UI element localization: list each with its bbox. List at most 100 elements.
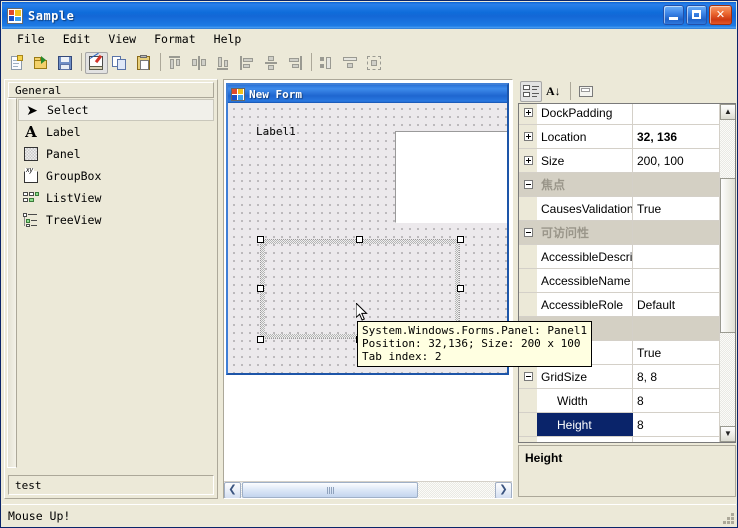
categorized-button[interactable] — [520, 80, 542, 102]
window-titlebar[interactable]: Sample ✕ — [2, 2, 736, 29]
menu-item-edit[interactable]: Edit — [54, 30, 100, 48]
table-row[interactable]: Locked False — [519, 437, 719, 442]
alphabetical-button[interactable]: A↓ — [543, 81, 565, 102]
row-expander-cell[interactable] — [519, 173, 537, 196]
property-value[interactable]: Default — [633, 293, 719, 316]
table-row[interactable]: CausesValidation True — [519, 197, 719, 221]
hscroll-thumb[interactable] — [242, 482, 418, 498]
property-value[interactable]: 200, 100 — [633, 149, 719, 172]
new-file-button[interactable] — [6, 52, 29, 74]
property-value[interactable]: 32, 136 — [633, 125, 719, 148]
designer-white-panel[interactable] — [395, 131, 507, 223]
table-row[interactable]: AccessibleDescrip — [519, 245, 719, 269]
copy-button[interactable] — [109, 52, 132, 74]
resize-handle-middle-left[interactable] — [257, 285, 264, 292]
property-value[interactable]: True — [633, 341, 719, 364]
property-value[interactable] — [633, 269, 719, 292]
resize-handle-top-left[interactable] — [257, 236, 264, 243]
minimize-button[interactable] — [663, 5, 684, 25]
table-row[interactable]: DockPadding — [519, 104, 719, 125]
expand-plus-icon[interactable] — [523, 132, 533, 141]
menu-item-file[interactable]: File — [8, 30, 54, 48]
toolbox-item-groupbox[interactable]: xy GroupBox — [18, 165, 214, 187]
scroll-right-arrow-icon[interactable]: ❯ — [495, 481, 512, 498]
property-name: Size — [537, 149, 633, 172]
application-window: Sample ✕ File Edit View Format Help Gene… — [0, 0, 738, 528]
property-value[interactable]: 8 — [633, 413, 719, 436]
size-to-grid-button[interactable] — [363, 52, 386, 74]
scroll-up-arrow-icon[interactable]: ▲ — [720, 104, 735, 120]
resize-handle-top-center[interactable] — [356, 236, 363, 243]
close-button[interactable]: ✕ — [709, 5, 732, 25]
toolbox-item-label[interactable]: A Label — [18, 121, 214, 143]
property-value[interactable]: False — [633, 437, 719, 443]
category-row[interactable]: 焦点 — [519, 173, 719, 197]
collapse-minus-icon[interactable] — [523, 228, 533, 237]
row-expander-cell[interactable] — [519, 104, 537, 124]
property-value[interactable] — [633, 245, 719, 268]
hscroll-track[interactable] — [419, 482, 495, 499]
make-same-height-button[interactable] — [339, 52, 362, 74]
table-row[interactable]: Size 200, 100 — [519, 149, 719, 173]
paste-button[interactable] — [133, 52, 156, 74]
toolbox-item-panel[interactable]: Panel — [18, 143, 214, 165]
save-file-button[interactable] — [54, 52, 77, 74]
row-expander-cell[interactable] — [519, 125, 537, 148]
row-expander-cell[interactable] — [519, 365, 537, 388]
toolbox-item-select[interactable]: ➤ Select — [18, 99, 214, 121]
designer-horizontal-scrollbar[interactable]: ❮ ❯ — [224, 481, 512, 498]
design-mode-button[interactable] — [85, 51, 108, 74]
resize-handle-bottom-left[interactable] — [257, 336, 264, 343]
property-value[interactable]: True — [633, 197, 719, 220]
vscroll-thumb[interactable] — [720, 178, 735, 333]
property-name: Locked — [537, 437, 633, 442]
align-lefts-button[interactable] — [236, 52, 259, 74]
maximize-icon — [692, 10, 701, 19]
table-row[interactable]: GridSize 8, 8 — [519, 365, 719, 389]
row-expander-cell[interactable] — [519, 149, 537, 172]
child-form-titlebar[interactable]: New Form — [228, 85, 507, 103]
property-pages-button[interactable] — [575, 81, 597, 102]
property-toolbar-separator — [570, 82, 571, 100]
child-form-title: New Form — [249, 87, 302, 101]
category-row[interactable]: 可访问性 — [519, 221, 719, 245]
align-bottoms-button[interactable] — [212, 52, 235, 74]
scroll-left-arrow-icon[interactable]: ❮ — [224, 481, 241, 498]
row-expander-cell[interactable] — [519, 221, 537, 244]
table-row[interactable]: Location 32, 136 — [519, 125, 719, 149]
property-grid-vertical-scrollbar[interactable]: ▲ ▼ — [719, 104, 735, 442]
expand-plus-icon[interactable] — [523, 108, 533, 117]
resize-handle-top-right[interactable] — [457, 236, 464, 243]
toolbox-status-field[interactable]: test — [8, 475, 214, 495]
designer-label-control[interactable]: Label1 — [256, 125, 296, 138]
expand-plus-icon[interactable] — [523, 156, 533, 165]
align-centers-h-button[interactable] — [260, 52, 283, 74]
scroll-down-arrow-icon[interactable]: ▼ — [720, 426, 735, 442]
open-file-button[interactable] — [30, 52, 53, 74]
toolbox-item-listview[interactable]: ListView — [18, 187, 214, 209]
menu-item-format[interactable]: Format — [145, 30, 205, 48]
collapse-minus-icon[interactable] — [523, 180, 533, 189]
property-value[interactable] — [633, 104, 719, 124]
table-row[interactable]: Width 8 — [519, 389, 719, 413]
maximize-button[interactable] — [686, 5, 707, 25]
paste-clipboard-icon — [136, 54, 153, 71]
align-rights-button[interactable] — [284, 52, 307, 74]
toolbox-item-treeview[interactable]: TreeView — [18, 209, 214, 231]
property-value[interactable]: 8 — [633, 389, 719, 412]
align-centers-button[interactable] — [188, 52, 211, 74]
toolbox-header[interactable]: General — [8, 82, 214, 98]
table-row-selected[interactable]: Height 8 — [519, 413, 719, 437]
resize-handle-middle-right[interactable] — [457, 285, 464, 292]
resize-grip-icon[interactable] — [720, 510, 734, 524]
property-value[interactable]: 8, 8 — [633, 365, 719, 388]
property-grid[interactable]: DockPadding Location 32, 136 Size 200, 1… — [518, 103, 736, 443]
align-tops-button[interactable] — [164, 52, 187, 74]
collapse-minus-icon[interactable] — [523, 372, 533, 381]
table-row[interactable]: AccessibleRole Default — [519, 293, 719, 317]
row-expander-cell — [519, 413, 537, 436]
menu-item-help[interactable]: Help — [205, 30, 251, 48]
table-row[interactable]: AccessibleName — [519, 269, 719, 293]
make-same-width-button[interactable] — [315, 52, 338, 74]
menu-item-view[interactable]: View — [99, 30, 145, 48]
